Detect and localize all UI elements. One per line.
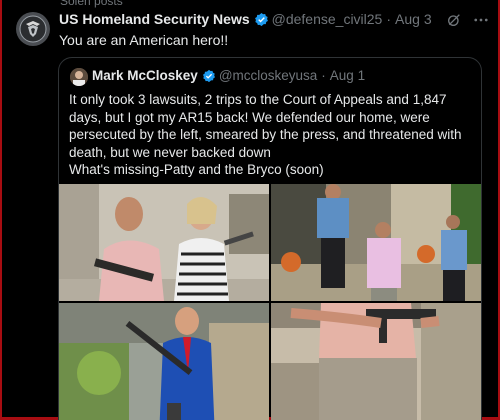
quote-header: Mark McCloskey @mccloskeyusa · Aug 1 [92,68,365,83]
verified-badge-icon [254,12,268,26]
quote-text-paragraph-1: It only took 3 lawsuits, 2 trips to the … [69,92,462,160]
grok-icon[interactable] [446,12,462,28]
separator-dot: · [386,11,392,27]
more-icon[interactable] [472,11,490,29]
author-handle[interactable]: @defense_civil25 [272,11,383,27]
tweet-header: US Homeland Security News @defense_civil… [59,11,432,27]
quote-author-avatar[interactable] [70,68,88,86]
photo-man-with-rifle[interactable] [59,303,269,420]
photo-couple-with-guns[interactable] [59,184,269,301]
tweet-date[interactable]: Aug 3 [395,11,432,27]
quote-date[interactable]: Aug 1 [330,68,365,83]
quoted-tweet[interactable]: Mark McCloskey @mccloskeyusa · Aug 1 It … [58,57,482,420]
shield-logo-icon [19,15,47,43]
quote-author-name[interactable]: Mark McCloskey [92,68,198,83]
photo-man-pointing-gun[interactable] [271,303,481,420]
tweet-text: You are an American hero!! [59,32,229,48]
quote-author-handle[interactable]: @mccloskeyusa [219,68,317,83]
quote-text-paragraph-2: What's missing-Patty and the Bryco (soon… [69,162,324,177]
author-avatar[interactable] [16,12,50,46]
separator-dot: · [321,68,326,83]
media-grid [59,184,481,420]
top-cut-label: Solen posts [60,0,123,8]
photo-police-at-house[interactable] [271,184,481,301]
quote-text: It only took 3 lawsuits, 2 trips to the … [69,91,473,179]
author-name[interactable]: US Homeland Security News [59,11,250,27]
verified-badge-icon [202,69,215,82]
